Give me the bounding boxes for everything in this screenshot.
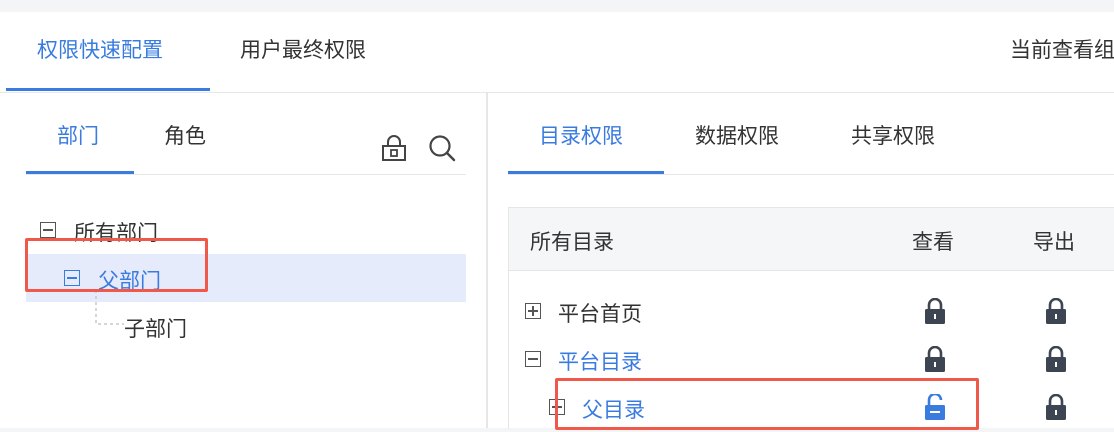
tree-node-parent-department[interactable]: 父部门 <box>26 254 466 302</box>
row-label: 平台目录 <box>558 350 642 374</box>
row-label: 平台首页 <box>558 302 642 326</box>
catalog-permission-table: 所有目录 查看 导出 平台首页 平台目录 父目录 <box>508 207 1114 429</box>
table-header: 所有目录 查看 导出 <box>509 208 1114 271</box>
top-tab-bar: 权限快速配置 用户最终权限 当前查看组 <box>0 12 1114 93</box>
tab-role[interactable]: 角色 <box>164 120 206 150</box>
export-lock-icon[interactable] <box>1045 346 1067 372</box>
permission-lock-icon[interactable] <box>380 134 408 162</box>
search-icon[interactable] <box>428 134 456 162</box>
permission-panel: 权限快速配置 用户最终权限 当前查看组 部门 角色 所有部门 父部门 子部门 目… <box>0 12 1114 430</box>
view-unlock-icon[interactable] <box>924 394 946 420</box>
current-view-label: 当前查看组 <box>1010 38 1114 62</box>
view-lock-icon[interactable] <box>924 298 946 324</box>
column-header-view: 查看 <box>912 230 954 254</box>
view-lock-icon[interactable] <box>924 346 946 372</box>
row-label: 父目录 <box>582 398 645 422</box>
tree-node-child-department[interactable]: 子部门 <box>26 302 466 350</box>
permission-detail-panel: 目录权限 数据权限 共享权限 所有目录 查看 导出 平台首页 平台目录 父目录 <box>488 92 1114 429</box>
table-row-platform-catalog[interactable]: 平台目录 <box>509 336 1114 384</box>
column-header-export: 导出 <box>1033 230 1075 254</box>
collapse-icon[interactable] <box>525 351 541 367</box>
export-lock-icon[interactable] <box>1045 394 1067 420</box>
table-row-platform-home[interactable]: 平台首页 <box>509 288 1114 336</box>
department-panel: 部门 角色 所有部门 父部门 子部门 <box>0 92 486 428</box>
sub-tab-bar: 部门 角色 <box>26 92 466 175</box>
export-lock-icon[interactable] <box>1045 298 1067 324</box>
tab-user-final-permissions[interactable]: 用户最终权限 <box>240 34 366 64</box>
active-subtab-indicator <box>26 171 134 174</box>
tab-data-permissions[interactable]: 数据权限 <box>695 120 779 150</box>
permission-tab-bar: 目录权限 数据权限 共享权限 <box>508 92 1114 175</box>
column-header-name: 所有目录 <box>530 230 614 254</box>
tab-quick-config[interactable]: 权限快速配置 <box>37 34 163 64</box>
tree-node-all-departments[interactable]: 所有部门 <box>26 206 466 254</box>
collapse-icon[interactable] <box>40 222 56 238</box>
tab-share-permissions[interactable]: 共享权限 <box>851 120 935 150</box>
active-permission-tab-indicator <box>508 171 664 174</box>
tree-label: 子部门 <box>124 317 187 341</box>
collapse-icon[interactable] <box>64 270 80 286</box>
tab-catalog-permissions[interactable]: 目录权限 <box>539 120 623 150</box>
active-tab-indicator <box>6 88 210 91</box>
expand-icon[interactable] <box>549 399 565 415</box>
table-row-parent-catalog[interactable]: 父目录 <box>509 384 1114 432</box>
tab-department[interactable]: 部门 <box>57 120 99 150</box>
expand-icon[interactable] <box>525 303 541 319</box>
tree-label: 所有部门 <box>74 221 158 245</box>
